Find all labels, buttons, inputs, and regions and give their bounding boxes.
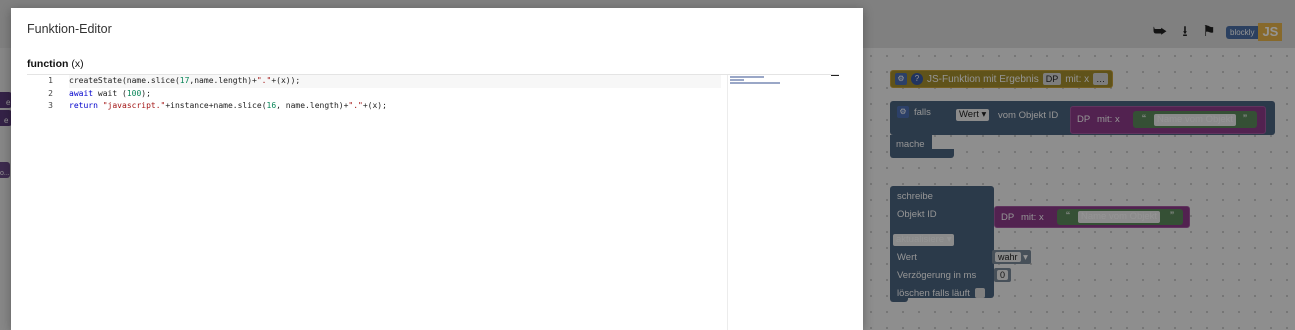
- code-minimap[interactable]: [727, 75, 839, 330]
- signature-keyword: function: [27, 58, 69, 70]
- code-editor[interactable]: 1 2 3 createState(name.slice(17,name.len…: [27, 74, 839, 330]
- function-signature: function (x): [27, 58, 84, 70]
- line-number-gutter: 1 2 3: [27, 75, 65, 113]
- line-number: 1: [48, 76, 53, 85]
- scrollbar[interactable]: [831, 75, 839, 76]
- code-line[interactable]: createState(name.slice(17,name.length)+"…: [69, 75, 721, 88]
- line-number: 3: [48, 101, 53, 110]
- minimap-line: [730, 79, 744, 81]
- minimap-line: [730, 82, 780, 84]
- function-editor-dialog: Funktion-Editor function (x) 1 2 3 creat…: [11, 8, 863, 330]
- signature-params: (x): [71, 58, 84, 70]
- dialog-title: Funktion-Editor: [27, 22, 112, 36]
- minimap-line: [730, 76, 764, 78]
- line-number: 2: [48, 88, 53, 98]
- code-content[interactable]: createState(name.slice(17,name.length)+"…: [69, 75, 721, 113]
- code-line[interactable]: await wait (100);: [69, 88, 721, 101]
- code-line[interactable]: return "javascript."+instance+name.slice…: [69, 100, 721, 113]
